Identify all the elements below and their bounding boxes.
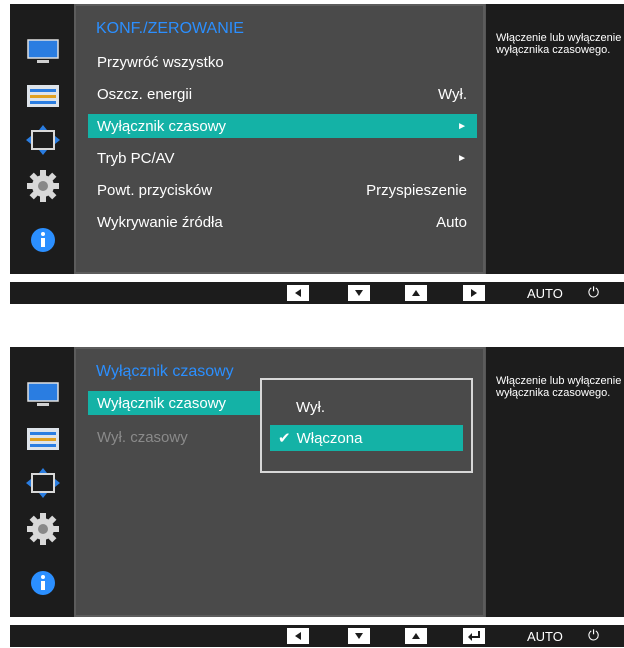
- up-arrow-button[interactable]: [405, 628, 427, 644]
- osd-panel-1: KONF./ZEROWANIE Przywróć wszystko Oszcz.…: [10, 4, 624, 304]
- enter-button[interactable]: [463, 628, 485, 644]
- sidebar: [10, 4, 74, 274]
- option-label: Włączona: [296, 429, 363, 447]
- options-popup: Wył. ✔ Włączona: [260, 378, 473, 473]
- info-icon[interactable]: [26, 566, 60, 600]
- option-on[interactable]: ✔ Włączona: [270, 425, 463, 451]
- submenu-arrow-icon: ►: [457, 120, 467, 132]
- menu-item-eco-saving[interactable]: Oszcz. energii Wył.: [88, 82, 477, 106]
- menu-item-value: Auto: [436, 213, 467, 231]
- menu-title: Wyłącznik czasowy: [96, 363, 234, 380]
- menu-item-value: Przyspieszenie: [366, 181, 467, 199]
- down-arrow-button[interactable]: [348, 285, 370, 301]
- menu-item-reset-all[interactable]: Przywróć wszystko: [88, 50, 477, 74]
- down-arrow-button[interactable]: [348, 628, 370, 644]
- button-bar: AUTO ⏻: [10, 625, 624, 647]
- option-label: Wył.: [296, 398, 326, 416]
- sidebar: [10, 347, 74, 617]
- power-icon[interactable]: ⏻: [588, 627, 599, 644]
- help-text: Włączenie lub wyłączenie wyłącznika czas…: [496, 375, 622, 399]
- menu-item-label: Wył. czasowy: [97, 428, 188, 446]
- monitor-icon[interactable]: [26, 35, 60, 69]
- up-arrow-button[interactable]: [405, 285, 427, 301]
- menu-item-off-timer[interactable]: Wyłącznik czasowy: [88, 391, 270, 415]
- menu-item-label: Powt. przycisków: [97, 181, 213, 199]
- menu-item-source-detection[interactable]: Wykrywanie źródła Auto: [88, 210, 477, 234]
- right-arrow-button[interactable]: [463, 285, 485, 301]
- button-bar: AUTO ⏻: [10, 282, 624, 304]
- color-adjust-icon[interactable]: [26, 79, 60, 113]
- menu-item-label: Oszcz. energii: [97, 85, 193, 103]
- info-icon[interactable]: [26, 223, 60, 257]
- menu-item-label: Tryb PC/AV: [97, 149, 175, 167]
- osd-window: Wyłącznik czasowy Wyłącznik czasowy Wył.…: [10, 347, 624, 617]
- menu-item-off-timer[interactable]: Wyłącznik czasowy ►: [88, 114, 477, 138]
- help-text: Włączenie lub wyłączenie wyłącznika czas…: [496, 32, 622, 56]
- color-adjust-icon[interactable]: [26, 422, 60, 456]
- monitor-icon[interactable]: [26, 378, 60, 412]
- menu-item-label: Wyłącznik czasowy: [97, 117, 227, 135]
- left-arrow-button[interactable]: [287, 285, 309, 301]
- menu-item-key-repeat[interactable]: Powt. przycisków Przyspieszenie: [88, 178, 477, 202]
- auto-button[interactable]: AUTO: [527, 629, 563, 644]
- menu-title: KONF./ZEROWANIE: [96, 20, 244, 37]
- menu-item-label: Przywróć wszystko: [97, 53, 224, 71]
- help-panel: Włączenie lub wyłączenie wyłącznika czas…: [485, 347, 624, 617]
- submenu-arrow-icon: ►: [457, 152, 467, 164]
- osd-window: KONF./ZEROWANIE Przywróć wszystko Oszcz.…: [10, 4, 624, 274]
- menu-area: KONF./ZEROWANIE Przywróć wszystko Oszcz.…: [74, 4, 485, 274]
- menu-area: Wyłącznik czasowy Wyłącznik czasowy Wył.…: [74, 347, 485, 617]
- left-arrow-button[interactable]: [287, 628, 309, 644]
- power-icon[interactable]: ⏻: [588, 284, 599, 301]
- gear-icon[interactable]: [26, 169, 60, 203]
- menu-item-pc-av-mode[interactable]: Tryb PC/AV ►: [88, 146, 477, 170]
- gear-icon[interactable]: [26, 512, 60, 546]
- size-position-icon[interactable]: [26, 466, 60, 500]
- auto-button[interactable]: AUTO: [527, 286, 563, 301]
- size-position-icon[interactable]: [26, 123, 60, 157]
- menu-item-turn-off-after[interactable]: Wył. czasowy: [88, 425, 270, 449]
- menu-item-label: Wykrywanie źródła: [97, 213, 223, 231]
- option-off[interactable]: Wył.: [270, 394, 463, 420]
- help-panel: Włączenie lub wyłączenie wyłącznika czas…: [485, 4, 624, 274]
- osd-panel-2: Wyłącznik czasowy Wyłącznik czasowy Wył.…: [10, 347, 624, 647]
- menu-item-label: Wyłącznik czasowy: [97, 394, 227, 412]
- menu-item-value: Wył.: [437, 85, 467, 103]
- checkmark-icon: ✔: [278, 430, 291, 447]
